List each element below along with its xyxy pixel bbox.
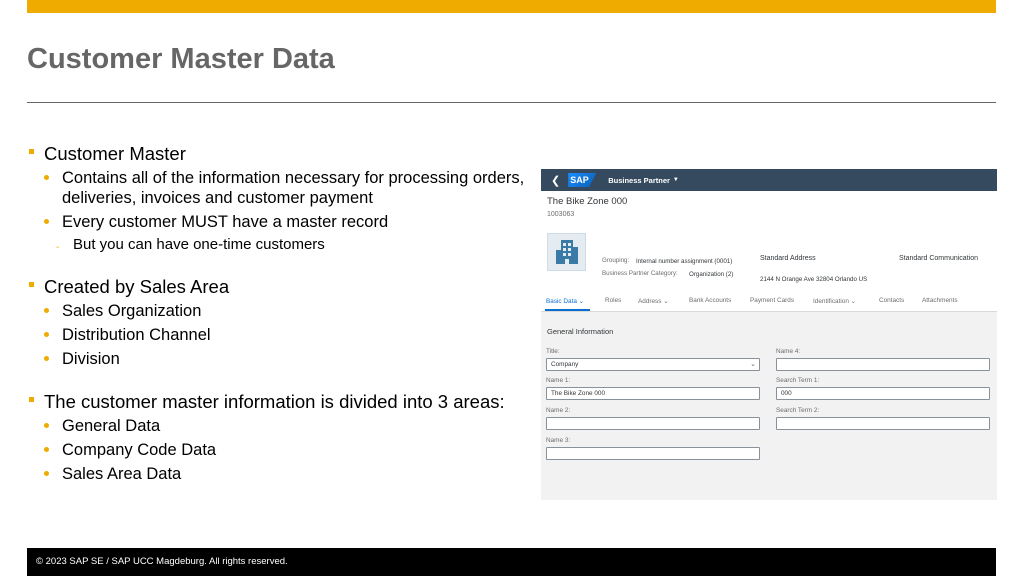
bullet-level2: Company Code Data [27, 440, 527, 460]
tab-bar: Basic Data ⌄ Roles Address ⌄ Bank Accoun… [541, 291, 997, 312]
name3-field[interactable] [546, 447, 760, 460]
top-accent-bar [27, 0, 996, 13]
tab-payment-cards[interactable]: Payment Cards [750, 297, 794, 304]
bullet-text: Every customer MUST have a master record [62, 213, 389, 231]
tab-bank-accounts[interactable]: Bank Accounts [689, 297, 731, 304]
bullet-text: Sales Organization [62, 302, 202, 320]
name2-label: Name 2: [546, 407, 571, 414]
name1-label: Name 1: [546, 377, 571, 384]
name1-field[interactable]: The Bike Zone 000 [546, 387, 760, 400]
building-icon [547, 233, 586, 271]
bullet-text: Distribution Channel [62, 326, 211, 344]
name2-field[interactable] [546, 417, 760, 430]
app-title-menu[interactable]: Business Partner [608, 176, 670, 185]
round-bullet-icon [44, 175, 49, 180]
bullet-level2: Every customer MUST have a master record [27, 212, 527, 232]
search-term1-field[interactable]: 000 [776, 387, 990, 400]
bullet-level1: Created by Sales Area [27, 276, 527, 298]
chevron-down-icon: ⌄ [750, 361, 756, 368]
bullet-level1: The customer master information is divid… [27, 391, 527, 413]
bullet-level2: Distribution Channel [27, 325, 527, 345]
tab-contacts[interactable]: Contacts [879, 297, 904, 304]
bullet-text: The customer master information is divid… [44, 391, 505, 412]
square-bullet-icon [29, 397, 34, 402]
slide-footer: © 2023 SAP SE / SAP UCC Magdeburg. All r… [27, 548, 996, 576]
business-partner-name: The Bike Zone 000 [547, 196, 628, 207]
bullet-group-customer-master: Customer Master Contains all of the info… [27, 143, 527, 254]
bullet-text: But you can have one-time customers [73, 236, 325, 253]
round-bullet-icon [44, 332, 49, 337]
bullet-content: Customer Master Contains all of the info… [27, 143, 527, 506]
shell-bar: ❮ SAP Business Partner ▼ [541, 169, 997, 191]
chevron-left-icon[interactable]: ❮ [551, 174, 560, 187]
bullet-text: Customer Master [44, 143, 186, 164]
sap-business-partner-screenshot: ❮ SAP Business Partner ▼ The Bike Zone 0… [541, 169, 997, 500]
tab-roles[interactable]: Roles [605, 297, 621, 304]
search-term2-field[interactable] [776, 417, 990, 430]
tab-attachments[interactable]: Attachments [922, 297, 958, 304]
round-bullet-icon [44, 308, 49, 313]
round-bullet-icon [44, 356, 49, 361]
bullet-level1: Customer Master [27, 143, 527, 165]
bullet-level2: Sales Area Data [27, 464, 527, 484]
bullet-text: Division [62, 350, 120, 368]
grouping-value: Internal number assignment (0001) [636, 258, 733, 265]
round-bullet-icon [44, 447, 49, 452]
name4-field[interactable] [776, 358, 990, 371]
square-bullet-icon [29, 282, 34, 287]
bullet-level2: Sales Organization [27, 301, 527, 321]
dash-bullet-icon: - [56, 242, 60, 253]
bullet-group-areas: The customer master information is divid… [27, 391, 527, 484]
active-tab-indicator [545, 309, 590, 311]
tab-address[interactable]: Address ⌄ [638, 297, 669, 305]
business-partner-id: 1003063 [547, 211, 575, 218]
grouping-label: Grouping: [602, 257, 630, 264]
section-title: General Information [547, 327, 614, 336]
round-bullet-icon [44, 471, 49, 476]
square-bullet-icon [29, 149, 34, 154]
general-information-form: General Information Title: Company ⌄ Name… [541, 313, 997, 500]
bullet-group-sales-area: Created by Sales Area Sales Organization… [27, 276, 527, 369]
name3-label: Name 3: [546, 437, 571, 444]
bullet-text: Contains all of the information necessar… [62, 169, 525, 207]
bullet-level2: General Data [27, 416, 527, 436]
title-label: Title: [546, 348, 560, 355]
title-select[interactable]: Company ⌄ [546, 358, 760, 371]
caret-down-icon[interactable]: ▼ [673, 177, 679, 183]
search-term1-label: Search Term 1: [776, 377, 820, 384]
bullet-text: Sales Area Data [62, 465, 182, 483]
standard-address-label: Standard Address [760, 255, 816, 262]
standard-communication-label: Standard Communication [899, 255, 978, 262]
bullet-level3: - But you can have one-time customers [27, 236, 527, 254]
bullet-level2: Contains all of the information necessar… [27, 168, 527, 208]
search-term2-label: Search Term 2: [776, 407, 820, 414]
category-label: Business Partner Category: [602, 270, 678, 277]
round-bullet-icon [44, 219, 49, 224]
standard-address-value[interactable]: 2144 N Orange Ave 32804 Orlando US [760, 276, 867, 283]
name4-label: Name 4: [776, 348, 801, 355]
bullet-level2: Division [27, 349, 527, 369]
slide-title: Customer Master Data [27, 43, 335, 75]
round-bullet-icon [44, 423, 49, 428]
bullet-text: Created by Sales Area [44, 276, 230, 297]
sap-logo[interactable]: SAP [568, 173, 597, 187]
bullet-text: General Data [62, 417, 161, 435]
category-value: Organization (2) [689, 271, 734, 278]
title-divider [27, 102, 996, 103]
tab-basic-data[interactable]: Basic Data ⌄ [546, 297, 584, 305]
bullet-text: Company Code Data [62, 441, 217, 459]
tab-identification[interactable]: Identification ⌄ [813, 297, 856, 305]
